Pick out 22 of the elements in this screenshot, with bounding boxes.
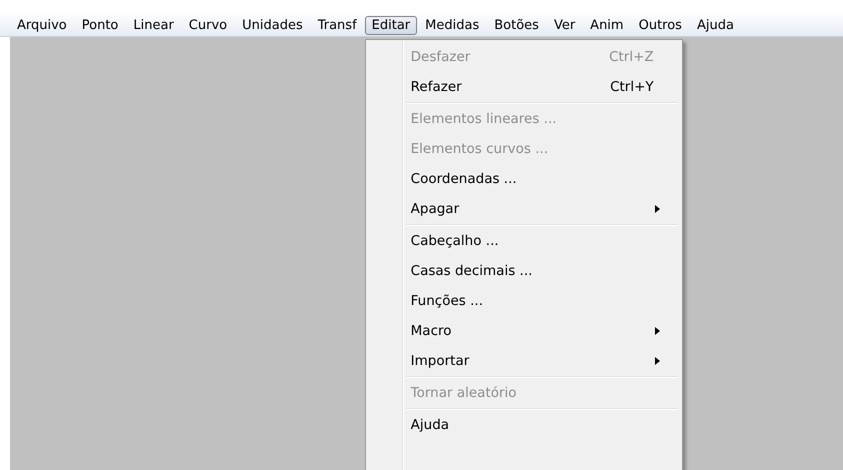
menu-item[interactable]: Cabeçalho ... (368, 226, 680, 256)
menu-bar-item[interactable]: Linear (126, 16, 181, 34)
menu-bar-item[interactable]: Botões (487, 16, 546, 34)
menu-bar-item[interactable]: Curvo (182, 16, 234, 34)
menu-bar-item[interactable]: Arquivo (10, 16, 74, 34)
menu-item[interactable]: Casas decimais ... (368, 256, 680, 286)
menu-bar-item[interactable]: Ponto (74, 16, 126, 34)
menu-bar-item[interactable]: Transf (310, 16, 364, 34)
menu-item[interactable]: Refazer Ctrl+Y (368, 72, 680, 102)
menu-item[interactable]: Coordenadas ... (368, 164, 680, 194)
menu-bar-item[interactable]: Ajuda (690, 16, 741, 34)
menu-bar-item[interactable]: Editar (364, 16, 418, 34)
menu-item[interactable]: Macro (368, 316, 680, 346)
menu-item[interactable]: Ajuda (368, 410, 680, 440)
menu-item[interactable]: Importar (368, 346, 680, 376)
menu-bar-item[interactable]: Medidas (418, 16, 486, 34)
menu-item[interactable]: Funções ... (368, 286, 680, 316)
menu-bar-item[interactable]: Anim (583, 16, 631, 34)
menu-bar-item[interactable]: Unidades (235, 16, 310, 34)
menu-bar-item[interactable]: Ver (546, 16, 582, 34)
menu-item[interactable]: Apagar (368, 194, 680, 224)
menu-bar-item[interactable]: Outros (632, 16, 689, 34)
